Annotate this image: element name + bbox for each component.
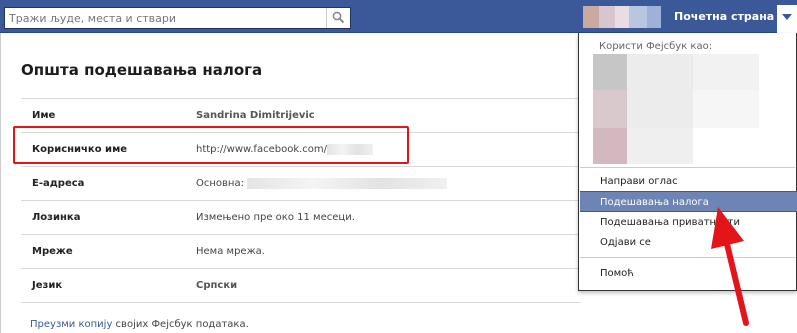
account-menu-button[interactable] [777,5,797,33]
top-bar: Почетна страна [0,0,797,33]
menu-item-account-settings[interactable]: Подешавања налога [580,191,797,212]
search-button[interactable] [326,8,350,28]
menu-item-log-out[interactable]: Одјави се [580,232,797,253]
page-title: Општа подешавања налога [21,61,263,79]
use-facebook-as-label: Користи Фејсбук као: [599,41,713,52]
setting-label: Е-адреса [32,178,85,189]
setting-value: Измењено пре око 11 месеци. [196,212,355,223]
setting-row-password[interactable]: Лозинка Измењено пре око 11 месеци. [21,200,581,234]
menu-item-privacy-settings[interactable]: Подешавања приватности [580,212,797,233]
setting-row-language[interactable]: Језик Српски [21,268,581,302]
download-copy-note: Преузми копију својих Фејсбук података. [30,319,249,330]
setting-label: Мреже [32,246,73,257]
setting-label: Језик [32,280,63,291]
setting-value: Основна: [196,167,448,201]
setting-row-email[interactable]: Е-адреса Основна: [21,166,581,200]
home-link[interactable]: Почетна страна [668,5,778,29]
search-input[interactable] [5,8,327,28]
download-copy-link[interactable]: Преузми копију [30,319,112,330]
setting-row-networks[interactable]: Мреже Нема мрежа. [21,234,581,268]
menu-item-help[interactable]: Помоћ [580,263,797,284]
download-copy-text: својих Фејсбук података. [112,319,249,330]
pages-list-blurred[interactable] [593,54,759,164]
setting-value: Српски [196,280,238,291]
chevron-down-icon [782,14,792,20]
account-dropdown-menu: Користи Фејсбук као: Направи оглас Подеш… [578,33,797,291]
search-icon [332,11,345,24]
menu-separator [580,167,795,168]
settings-divider [21,302,581,303]
search-box [4,7,351,29]
profile-avatar-blurred[interactable] [583,6,661,28]
setting-label: Лозинка [32,212,81,223]
email-prefix: Основна: [196,178,244,189]
username-highlight-box [13,126,409,164]
setting-value: Нема мрежа. [196,246,265,257]
menu-item-create-ad[interactable]: Направи оглас [580,171,797,192]
redacted-email [247,177,448,189]
menu-separator [580,257,795,258]
